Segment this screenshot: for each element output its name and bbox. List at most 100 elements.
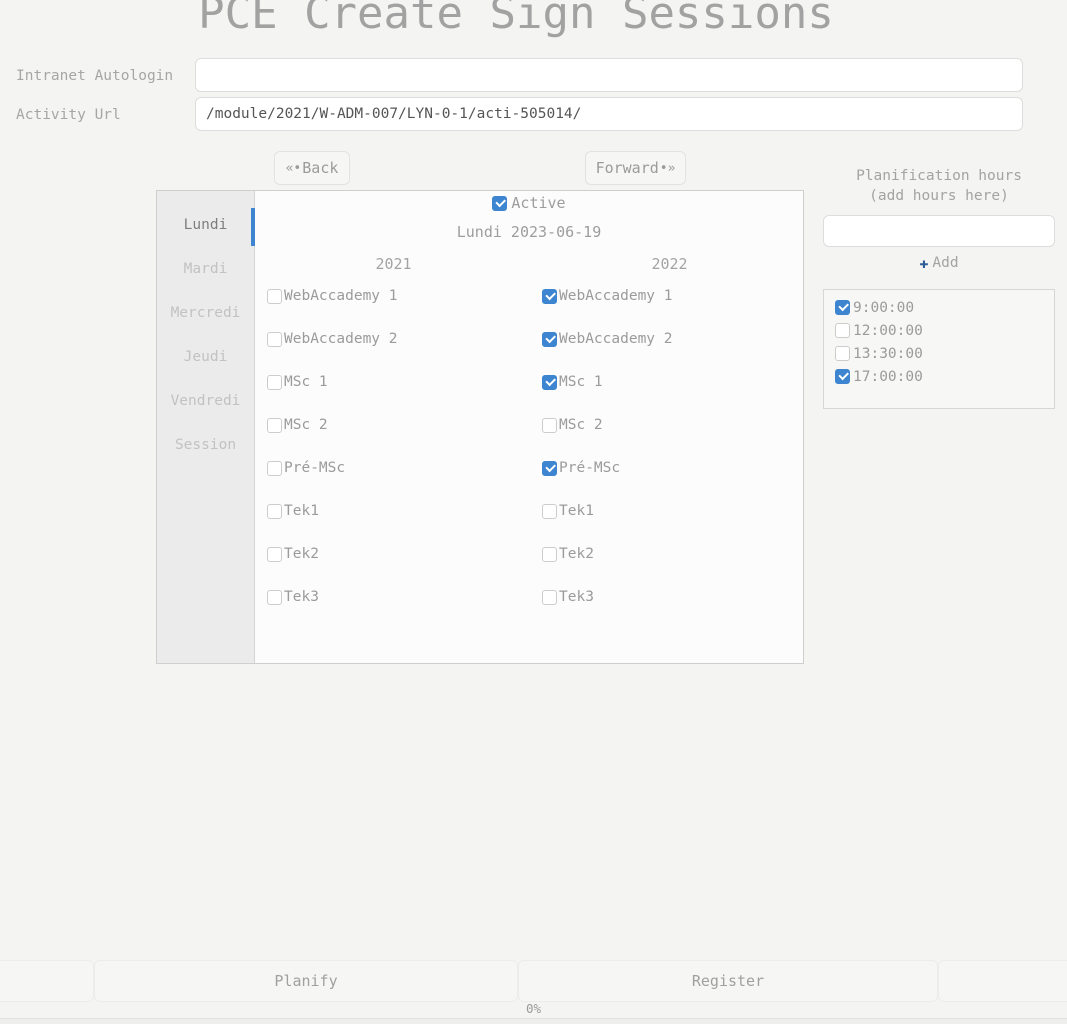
checkbox[interactable] — [835, 369, 850, 384]
tab-label: Jeudi — [183, 349, 228, 365]
sidebar-item-session[interactable]: Session — [157, 423, 254, 467]
table-row: WebAccademy 2 WebAccademy 2 — [255, 328, 803, 371]
sidebar-item-jeudi[interactable]: Jeudi — [157, 335, 254, 379]
checkbox-label: MSc 2 — [559, 417, 603, 433]
checkbox[interactable] — [542, 503, 557, 519]
add-hour-button[interactable]: ✚ Add — [823, 254, 1055, 272]
checkbox[interactable] — [542, 374, 557, 390]
checkbox[interactable] — [267, 503, 282, 519]
tab-label: Session — [174, 437, 237, 453]
day-tabs-card: Lundi Mardi Mercredi Jeudi Vendredi Sess… — [156, 190, 804, 664]
checkbox-label: Tek2 — [284, 546, 319, 562]
checkbox[interactable] — [267, 331, 282, 347]
register-button[interactable]: Register — [518, 960, 938, 1002]
active-checkbox[interactable] — [492, 195, 508, 211]
checkbox[interactable] — [267, 546, 282, 562]
checkbox[interactable] — [542, 546, 557, 562]
forward-button-label: Forward — [595, 159, 659, 177]
promo-checkbox-2022-pre-msc[interactable]: Pré-MSc — [542, 457, 620, 479]
table-row: Tek3 Tek3 — [255, 586, 803, 629]
forward-button[interactable]: Forward •» — [585, 151, 686, 185]
checkbox[interactable] — [267, 589, 282, 605]
checkbox[interactable] — [542, 460, 557, 476]
promo-checkbox-2021-webaccademy-1[interactable]: WebAccademy 1 — [267, 285, 398, 307]
list-item-hour-1330[interactable]: 13:30:00 — [835, 342, 1054, 365]
table-row: MSc 2 MSc 2 — [255, 414, 803, 457]
checkbox[interactable] — [267, 374, 282, 390]
rewind-icon: «• — [285, 160, 302, 176]
activity-url-input[interactable] — [195, 97, 1023, 131]
checkbox-label: WebAccademy 1 — [559, 288, 673, 304]
hour-label: 9:00:00 — [853, 299, 915, 316]
table-row: Pré-MSc Pré-MSc — [255, 457, 803, 500]
promo-checkbox-2022-msc-1[interactable]: MSc 1 — [542, 371, 603, 393]
hours-input[interactable] — [823, 215, 1055, 247]
promo-checkbox-2021-pre-msc[interactable]: Pré-MSc — [267, 457, 345, 479]
table-row: MSc 1 MSc 1 — [255, 371, 803, 414]
intranet-autologin-label: Intranet Autologin — [16, 68, 174, 84]
promo-checkbox-2021-msc-1[interactable]: MSc 1 — [267, 371, 328, 393]
sidebar-item-lundi[interactable]: Lundi — [157, 203, 255, 247]
checkbox-label: Tek1 — [559, 503, 594, 519]
promo-checkbox-2021-tek3[interactable]: Tek3 — [267, 586, 319, 608]
promo-checkbox-2022-msc-2[interactable]: MSc 2 — [542, 414, 603, 436]
sidebar-item-vendredi[interactable]: Vendredi — [157, 379, 254, 423]
active-checkbox-label: Active — [511, 194, 566, 212]
active-toggle-row[interactable]: Active — [255, 194, 803, 212]
promo-checkbox-2022-tek3[interactable]: Tek3 — [542, 586, 594, 608]
promo-checkbox-2022-webaccademy-2[interactable]: WebAccademy 2 — [542, 328, 673, 350]
column-header-2021: 2021 — [375, 255, 412, 273]
list-item-hour-17[interactable]: 17:00:00 — [835, 365, 1054, 388]
checkbox[interactable] — [267, 460, 282, 476]
form-row-activity-url: Activity Url — [0, 97, 1032, 133]
tab-label: Mardi — [183, 261, 228, 277]
checkbox[interactable] — [835, 323, 850, 338]
day-tab-panel: Active Lundi 2023-06-19 2021 2022 WebAcc… — [255, 191, 803, 663]
checkbox[interactable] — [542, 331, 557, 347]
footer-action-bar: Planify Register — [0, 960, 1067, 1002]
planification-hours-title-line2: (add hours here) — [869, 188, 1009, 204]
hours-list: 9:00:00 12:00:00 13:30:00 17:00:00 — [823, 289, 1055, 409]
intranet-autologin-input[interactable] — [195, 58, 1023, 92]
hour-label: 12:00:00 — [853, 322, 923, 339]
checkbox[interactable] — [542, 288, 557, 304]
activity-url-label: Activity Url — [16, 107, 121, 123]
promo-checkbox-2021-tek1[interactable]: Tek1 — [267, 500, 319, 522]
plus-icon: ✚ — [919, 253, 929, 272]
planify-button[interactable]: Planify — [94, 960, 518, 1002]
checkbox-label: Tek1 — [284, 503, 319, 519]
promo-checkbox-2022-tek1[interactable]: Tek1 — [542, 500, 594, 522]
checkbox-label: Tek2 — [559, 546, 594, 562]
checkbox[interactable] — [542, 589, 557, 605]
sidebar-item-mercredi[interactable]: Mercredi — [157, 291, 254, 335]
year-column-headers: 2021 2022 — [255, 255, 803, 275]
table-row: Tek1 Tek1 — [255, 500, 803, 543]
planification-hours-title-line1: Planification hours — [856, 168, 1022, 184]
promo-checkbox-2022-tek2[interactable]: Tek2 — [542, 543, 594, 565]
add-hour-button-label: Add — [932, 255, 959, 271]
checkbox-label: MSc 1 — [284, 374, 328, 390]
checkbox[interactable] — [267, 417, 282, 433]
back-button-label: Back — [302, 159, 339, 177]
selected-date-label: Lundi 2023-06-19 — [456, 223, 602, 241]
checkbox-label: Tek3 — [559, 589, 594, 605]
footer-button-right[interactable] — [938, 960, 1067, 1002]
promo-checkbox-2021-tek2[interactable]: Tek2 — [267, 543, 319, 565]
checkbox[interactable] — [267, 288, 282, 304]
back-button[interactable]: «• Back — [274, 151, 350, 185]
table-row: WebAccademy 1 WebAccademy 1 — [255, 285, 803, 328]
checkbox[interactable] — [835, 300, 850, 315]
promo-checkbox-2022-webaccademy-1[interactable]: WebAccademy 1 — [542, 285, 673, 307]
promo-checkbox-2021-webaccademy-2[interactable]: WebAccademy 2 — [267, 328, 398, 350]
footer-button-left[interactable] — [0, 960, 94, 1002]
checkbox-label: MSc 1 — [559, 374, 603, 390]
list-item-hour-12[interactable]: 12:00:00 — [835, 319, 1054, 342]
list-item-hour-9[interactable]: 9:00:00 — [835, 296, 1054, 319]
checkbox[interactable] — [835, 346, 850, 361]
tab-label: Mercredi — [170, 305, 241, 321]
sidebar-item-mardi[interactable]: Mardi — [157, 247, 254, 291]
checkbox[interactable] — [542, 417, 557, 433]
progress-track — [0, 1018, 1067, 1024]
promo-checkbox-2021-msc-2[interactable]: MSc 2 — [267, 414, 328, 436]
form-row-intranet-autologin: Intranet Autologin — [0, 58, 1032, 94]
